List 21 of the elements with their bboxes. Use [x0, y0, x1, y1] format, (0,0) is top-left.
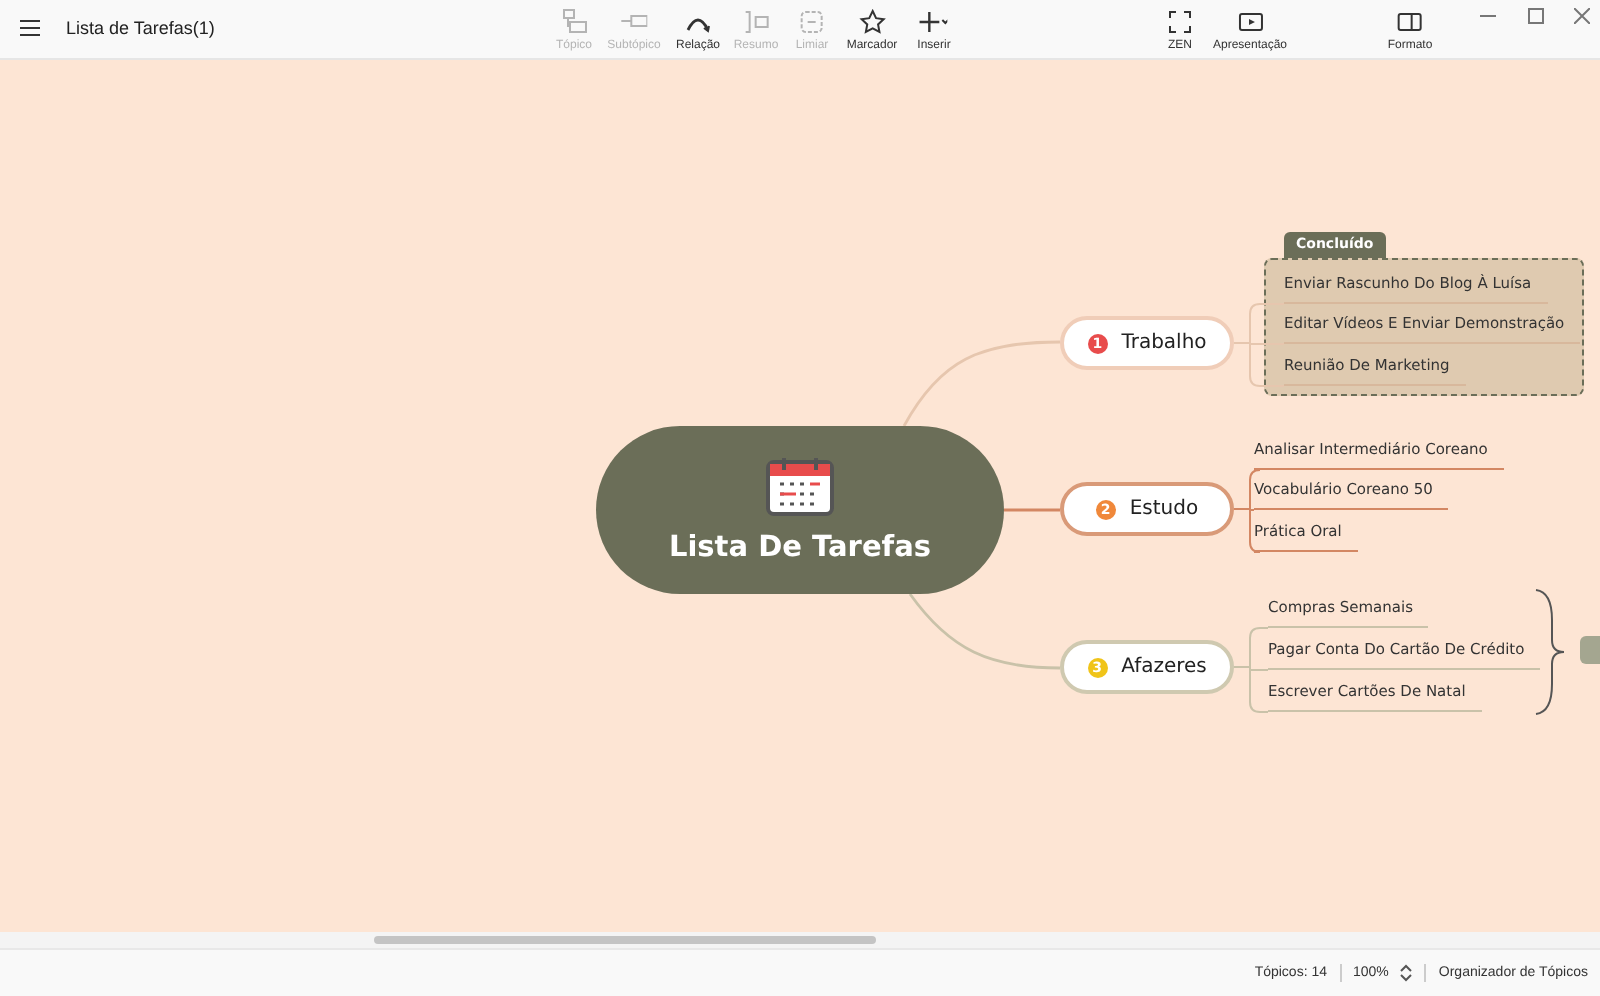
dashed-frame-icon — [798, 8, 826, 36]
connector-line — [1233, 303, 1285, 387]
connected-boxes-icon — [560, 8, 588, 36]
calendar-icon — [766, 456, 834, 516]
menu-icon[interactable] — [20, 20, 40, 36]
connector-line — [1233, 627, 1269, 713]
window-title: Lista de Tarefas(1) — [66, 18, 215, 38]
close-icon[interactable] — [1574, 8, 1590, 24]
star-icon — [858, 8, 886, 36]
central-topic-title: Lista De Tarefas — [668, 532, 932, 564]
play-screen-icon — [1236, 8, 1264, 36]
maximize-icon[interactable] — [1528, 8, 1544, 24]
stepper-icon[interactable] — [1400, 964, 1413, 982]
central-topic[interactable]: Lista De Tarefas — [596, 426, 1004, 594]
connector-line — [1004, 508, 1060, 512]
panel-icon — [1396, 8, 1424, 36]
collapse-handle[interactable] — [1580, 636, 1600, 664]
plus-caret-icon — [920, 8, 948, 36]
fullscreen-icon — [1166, 8, 1194, 36]
bracket-icon — [742, 8, 770, 36]
scrollbar-thumb[interactable] — [374, 936, 876, 944]
